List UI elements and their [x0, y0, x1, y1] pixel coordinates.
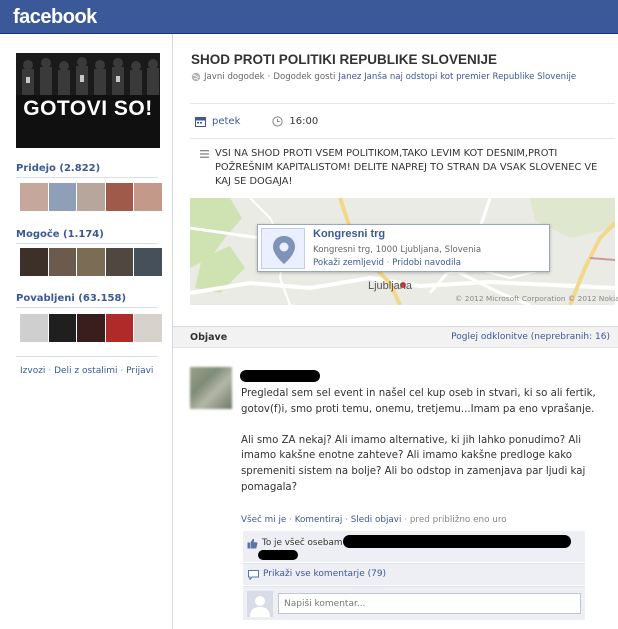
show-map-link[interactable]: Pokaži zemljevid	[313, 258, 384, 268]
follow-post-link[interactable]: Sledi objavi	[351, 515, 402, 525]
view-all-comments-link[interactable]: Prikaži vse komentarje (79)	[263, 569, 386, 579]
invited-heading[interactable]: Povabljeni (63.158)	[16, 293, 126, 304]
avatar[interactable]	[48, 314, 77, 342]
maybe-faces	[20, 248, 162, 276]
separator: ·	[404, 515, 408, 525]
host-link[interactable]: Janez Janša naj odstopi kot premier Repu…	[338, 72, 576, 82]
comment-composer	[243, 586, 585, 620]
attending-heading[interactable]: Pridejo (2.822)	[16, 163, 100, 174]
avatar[interactable]	[20, 183, 48, 211]
declined-link[interactable]: Poglej odklonitve (neprebranih: 16)	[451, 332, 610, 342]
separator: ·	[289, 515, 292, 525]
posts-title: Objave	[190, 332, 228, 343]
likes-text: To je všeč osebam	[262, 538, 343, 548]
posts-header: Objave Poglej odklonitve (neprebranih: 1…	[173, 326, 618, 348]
separator: ·	[120, 366, 124, 376]
divider	[190, 138, 615, 139]
report-link[interactable]: Prijavi	[126, 366, 153, 376]
comments-row: Prikaži vse komentarje (79)	[243, 563, 585, 585]
event-title: SHOD PROTI POLITIKI REPUBLIKE SLOVENIJE	[191, 52, 498, 67]
avatar[interactable]	[105, 183, 134, 211]
divider	[16, 307, 158, 308]
host-prefix: Dogodek gosti	[273, 72, 336, 82]
map-links: Pokaži zemljevid · Pridobi navodila	[313, 258, 461, 268]
comment-input[interactable]	[278, 593, 581, 614]
separator: ·	[48, 366, 52, 376]
privacy-label: Javni dogodek	[204, 72, 265, 82]
post-paragraph: Pregledal sem sel event in našel cel kup…	[241, 388, 596, 415]
event-time: 16:00	[289, 115, 319, 127]
avatar[interactable]	[48, 183, 77, 211]
description-icon	[200, 150, 209, 158]
avatar[interactable]	[134, 183, 162, 211]
sidebar-links: Izvozi · Deli z ostalimi · Prijavi	[20, 366, 153, 376]
place-address: Kongresni trg, 1000 Ljubljana, Slovenia	[313, 245, 482, 255]
thumbs-up-icon	[247, 538, 258, 549]
divider	[16, 356, 158, 357]
author-name-redacted	[240, 370, 320, 382]
avatar[interactable]	[48, 248, 77, 276]
event-when: petek 16:00	[195, 113, 318, 129]
divider	[16, 243, 158, 244]
event-description: VSI NA SHOD PROTI VSEM POLITIKOM,TAKO LE…	[215, 148, 598, 187]
author-avatar[interactable]	[190, 367, 232, 409]
location-pin-icon	[261, 228, 305, 269]
avatar[interactable]	[20, 248, 48, 276]
separator: ·	[386, 258, 390, 268]
avatar[interactable]	[77, 248, 105, 276]
avatar[interactable]	[105, 248, 134, 276]
avatar[interactable]	[134, 248, 162, 276]
invited-faces	[20, 314, 162, 342]
share-link[interactable]: Deli z ostalimi	[54, 366, 117, 376]
event-meta: Javni dogodek · Dogodek gosti Janez Janš…	[191, 72, 576, 82]
facebook-logo[interactable]: facebook	[13, 6, 97, 29]
separator: ·	[345, 515, 348, 525]
export-link[interactable]: Izvozi	[20, 366, 45, 376]
event-day[interactable]: petek	[212, 116, 240, 127]
attending-faces	[20, 183, 162, 211]
redacted-names	[258, 550, 298, 560]
likes-box: To je všeč osebam	[243, 531, 585, 562]
map-location-popup: Kongresni trg Kongresni trg, 1000 Ljublj…	[257, 224, 550, 272]
avatar[interactable]	[77, 314, 105, 342]
place-name[interactable]: Kongresni trg	[313, 228, 385, 240]
maybe-heading[interactable]: Mogoče (1.174)	[16, 229, 104, 240]
avatar[interactable]	[77, 183, 105, 211]
event-cover-photo[interactable]: GOTOVI SO!	[16, 53, 160, 148]
divider	[16, 177, 158, 178]
user-avatar	[247, 591, 273, 617]
comment-link[interactable]: Komentiraj	[295, 515, 343, 525]
avatar[interactable]	[20, 314, 48, 342]
separator: ·	[267, 72, 271, 82]
comment-bubble-icon	[248, 570, 259, 580]
map-copyright: © 2012 Microsoft Corporation © 2012 Noki…	[455, 294, 618, 303]
left-sidebar: GOTOVI SO! Pridejo (2.822) Mogoče (1.174…	[0, 34, 172, 629]
avatar[interactable]	[134, 314, 162, 342]
post-timestamp[interactable]: pred približno eno uro	[410, 515, 507, 525]
clock-icon	[272, 115, 283, 127]
redacted-names	[343, 535, 571, 548]
globe-icon	[191, 72, 201, 82]
top-bar: facebook	[0, 0, 618, 34]
divider	[190, 103, 615, 104]
directions-link[interactable]: Pridobi navodila	[392, 258, 461, 268]
like-link[interactable]: Všeč mi je	[241, 515, 286, 525]
avatar[interactable]	[105, 314, 134, 342]
crowd-photo	[16, 53, 160, 95]
map-city-label: Ljubljana	[368, 280, 413, 292]
cover-title: GOTOVI SO!	[23, 97, 153, 120]
post-actions: Všeč mi je · Komentiraj · Sledi objavi ·…	[241, 515, 507, 525]
calendar-icon	[195, 116, 206, 127]
post-body: Pregledal sem sel event in našel cel kup…	[241, 386, 613, 511]
post-paragraph: Ali smo ZA nekaj? Ali imamo alternative,…	[241, 434, 586, 493]
